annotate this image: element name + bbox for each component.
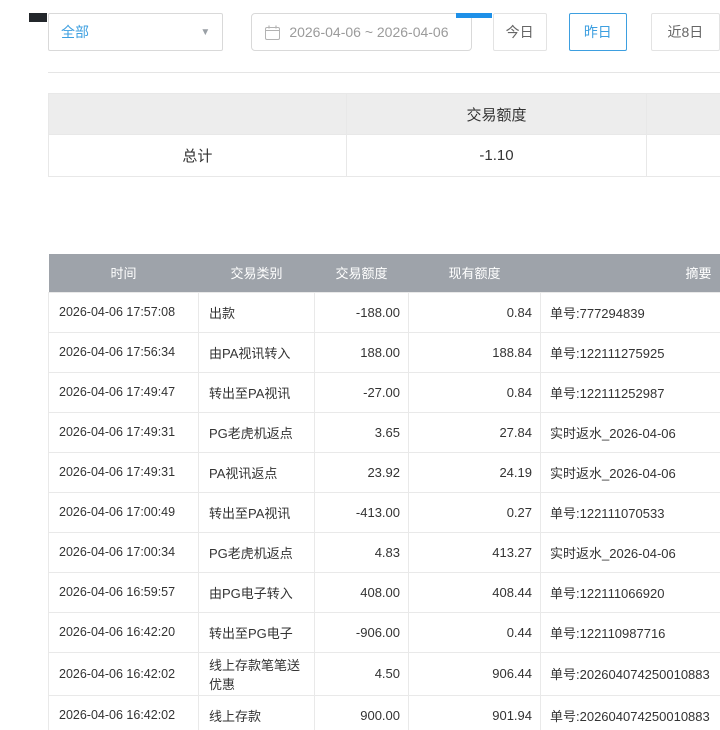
last-8-days-button[interactable]: 近8日 bbox=[651, 13, 720, 51]
active-tab-indicator bbox=[456, 13, 492, 18]
chevron-down-icon: ▼ bbox=[200, 27, 210, 38]
table-cell: 23.92 bbox=[315, 452, 409, 492]
table-row: 2026-04-06 17:49:31PG老虎机返点3.6527.84实时返水_… bbox=[49, 412, 720, 452]
summary-total-label: 总计 bbox=[49, 135, 347, 177]
table-cell: 实时返水_2026-04-06 bbox=[541, 412, 720, 452]
table-cell: 2026-04-06 17:00:34 bbox=[49, 532, 199, 572]
table-cell: 2026-04-06 17:56:34 bbox=[49, 332, 199, 372]
date-range-picker[interactable]: 2026-04-06 ~ 2026-04-06 bbox=[251, 13, 471, 51]
yesterday-button[interactable]: 昨日 bbox=[569, 13, 627, 51]
summary-header-empty bbox=[49, 94, 347, 135]
table-cell: 0.84 bbox=[409, 372, 541, 412]
table-row: 2026-04-06 16:59:57由PG电子转入408.00408.44单号… bbox=[49, 572, 720, 612]
today-button[interactable]: 今日 bbox=[493, 13, 547, 51]
table-cell: 实时返水_2026-04-06 bbox=[541, 452, 720, 492]
table-cell: -906.00 bbox=[315, 612, 409, 652]
date-range-value: 2026-04-06 ~ 2026-04-06 bbox=[289, 24, 448, 40]
transactions-table: 时间交易类别交易额度现有额度摘要 2026-04-06 17:57:08出款-1… bbox=[48, 254, 720, 730]
transactions-body: 2026-04-06 17:57:08出款-188.000.84单号:77729… bbox=[49, 292, 720, 730]
table-cell: 转出至PG电子 bbox=[199, 612, 315, 652]
table-cell: 2026-04-06 16:42:02 bbox=[49, 652, 199, 695]
table-cell: 出款 bbox=[199, 292, 315, 332]
table-cell: -413.00 bbox=[315, 492, 409, 532]
table-cell: 单号:122111252987 bbox=[541, 372, 720, 412]
table-cell: 2026-04-06 17:57:08 bbox=[49, 292, 199, 332]
table-row: 2026-04-06 17:49:31PA视讯返点23.9224.19实时返水_… bbox=[49, 452, 720, 492]
table-cell: 0.27 bbox=[409, 492, 541, 532]
table-cell: 由PA视讯转入 bbox=[199, 332, 315, 372]
table-cell: 188.84 bbox=[409, 332, 541, 372]
category-dropdown[interactable]: 全部 ▼ bbox=[48, 13, 223, 51]
table-cell: PA视讯返点 bbox=[199, 452, 315, 492]
table-row: 2026-04-06 16:42:02线上存款900.00901.94单号:20… bbox=[49, 695, 720, 730]
summary-total-cut bbox=[647, 135, 720, 177]
table-cell: PG老虎机返点 bbox=[199, 412, 315, 452]
table-cell: 2026-04-06 17:49:31 bbox=[49, 412, 199, 452]
table-cell: 27.84 bbox=[409, 412, 541, 452]
calendar-icon bbox=[265, 25, 280, 40]
table-cell: 4.83 bbox=[315, 532, 409, 572]
table-cell: 2026-04-06 17:49:31 bbox=[49, 452, 199, 492]
divider bbox=[48, 72, 720, 73]
table-cell: 413.27 bbox=[409, 532, 541, 572]
table-cell: 单号:122111070533 bbox=[541, 492, 720, 532]
transactions-section: 时间交易类别交易额度现有额度摘要 2026-04-06 17:57:08出款-1… bbox=[48, 254, 720, 730]
table-cell: 2026-04-06 17:49:47 bbox=[49, 372, 199, 412]
column-header: 交易额度 bbox=[315, 254, 409, 292]
table-cell: 单号:122110987716 bbox=[541, 612, 720, 652]
transactions-head-row: 时间交易类别交易额度现有额度摘要 bbox=[49, 254, 720, 292]
table-cell: 单号:202604074250010883 bbox=[541, 695, 720, 730]
table-row: 2026-04-06 17:57:08出款-188.000.84单号:77729… bbox=[49, 292, 720, 332]
summary-table: 交易额度 总计 -1.10 bbox=[48, 93, 720, 177]
table-cell: 单号:777294839 bbox=[541, 292, 720, 332]
column-header: 交易类别 bbox=[199, 254, 315, 292]
table-cell: 单号:122111275925 bbox=[541, 332, 720, 372]
filter-bar: 全部 ▼ 2026-04-06 ~ 2026-04-06 今日 昨日 近8日 bbox=[48, 13, 720, 51]
table-cell: -188.00 bbox=[315, 292, 409, 332]
table-cell: 2026-04-06 17:00:49 bbox=[49, 492, 199, 532]
table-cell: 3.65 bbox=[315, 412, 409, 452]
table-cell: -27.00 bbox=[315, 372, 409, 412]
table-row: 2026-04-06 17:00:34PG老虎机返点4.83413.27实时返水… bbox=[49, 532, 720, 572]
table-cell: 906.44 bbox=[409, 652, 541, 695]
category-dropdown-value: 全部 bbox=[61, 22, 89, 42]
table-row: 2026-04-06 16:42:20转出至PG电子-906.000.44单号:… bbox=[49, 612, 720, 652]
summary-header-amount: 交易额度 bbox=[346, 94, 647, 135]
summary-total-value: -1.10 bbox=[346, 135, 647, 177]
table-cell: PG老虎机返点 bbox=[199, 532, 315, 572]
summary-total-row: 总计 -1.10 bbox=[49, 135, 720, 177]
table-cell: 线上存款笔笔送优惠 bbox=[199, 652, 315, 695]
table-cell: 188.00 bbox=[315, 332, 409, 372]
table-cell: 0.84 bbox=[409, 292, 541, 332]
table-row: 2026-04-06 17:56:34由PA视讯转入188.00188.84单号… bbox=[49, 332, 720, 372]
table-cell: 单号:202604074250010883 bbox=[541, 652, 720, 695]
table-row: 2026-04-06 16:42:02线上存款笔笔送优惠4.50906.44单号… bbox=[49, 652, 720, 695]
table-cell: 0.44 bbox=[409, 612, 541, 652]
column-header: 现有额度 bbox=[409, 254, 541, 292]
table-cell: 转出至PA视讯 bbox=[199, 492, 315, 532]
table-cell: 24.19 bbox=[409, 452, 541, 492]
table-cell: 转出至PA视讯 bbox=[199, 372, 315, 412]
table-cell: 由PG电子转入 bbox=[199, 572, 315, 612]
table-cell: 4.50 bbox=[315, 652, 409, 695]
table-cell: 实时返水_2026-04-06 bbox=[541, 532, 720, 572]
table-cell: 900.00 bbox=[315, 695, 409, 730]
column-header: 摘要 bbox=[541, 254, 720, 292]
table-cell: 2026-04-06 16:42:20 bbox=[49, 612, 199, 652]
summary-header-cut bbox=[647, 94, 720, 135]
table-cell: 2026-04-06 16:42:02 bbox=[49, 695, 199, 730]
table-cell: 2026-04-06 16:59:57 bbox=[49, 572, 199, 612]
table-cell: 线上存款 bbox=[199, 695, 315, 730]
table-cell: 408.00 bbox=[315, 572, 409, 612]
table-cell: 408.44 bbox=[409, 572, 541, 612]
table-row: 2026-04-06 17:00:49转出至PA视讯-413.000.27单号:… bbox=[49, 492, 720, 532]
column-header: 时间 bbox=[49, 254, 199, 292]
table-cell: 单号:122111066920 bbox=[541, 572, 720, 612]
table-cell: 901.94 bbox=[409, 695, 541, 730]
header-fragment bbox=[29, 13, 47, 22]
summary-header-row: 交易额度 bbox=[49, 94, 720, 135]
table-row: 2026-04-06 17:49:47转出至PA视讯-27.000.84单号:1… bbox=[49, 372, 720, 412]
